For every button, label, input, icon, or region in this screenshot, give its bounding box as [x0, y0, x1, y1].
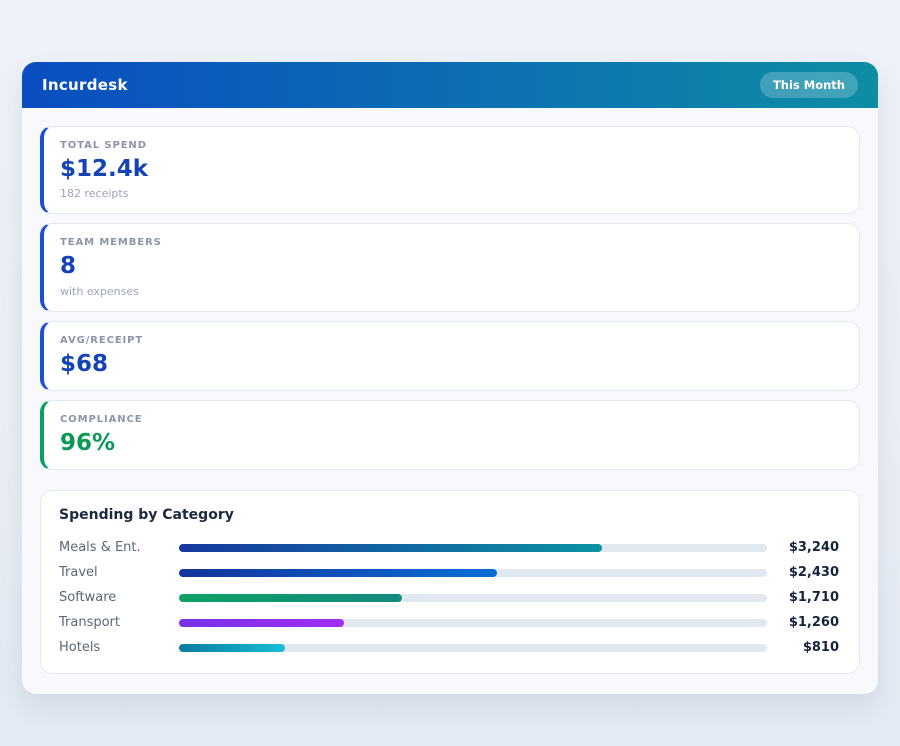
category-row: Transport $1,260 [59, 610, 839, 635]
stat-sub: 182 receipts [60, 187, 843, 200]
category-label: Transport [59, 615, 179, 630]
stat-card: COMPLIANCE 96% [40, 400, 860, 470]
stat-value: $68 [60, 352, 843, 377]
period-badge[interactable]: This Month [760, 72, 858, 98]
app-header: Incurdesk This Month [22, 62, 878, 108]
category-value: $1,710 [767, 590, 839, 605]
category-bar-track [179, 569, 767, 577]
category-row: Meals & Ent. $3,240 [59, 535, 839, 560]
stat-label: TOTAL SPEND [60, 140, 843, 151]
app-title: Incurdesk [42, 76, 128, 94]
category-bar-fill [179, 594, 402, 602]
category-label: Meals & Ent. [59, 540, 179, 555]
section-title: Spending by Category [59, 507, 839, 523]
category-row: Hotels $810 [59, 635, 839, 660]
category-bar-fill [179, 569, 497, 577]
category-label: Software [59, 590, 179, 605]
category-rows: Meals & Ent. $3,240 Travel $2,430 Software $1… [59, 535, 839, 660]
stat-value: 8 [60, 254, 843, 279]
category-bar-fill [179, 644, 285, 652]
stat-card: TOTAL SPEND $12.4k 182 receipts [40, 126, 860, 214]
category-label: Hotels [59, 640, 179, 655]
category-bar-track [179, 644, 767, 652]
stat-sub: with expenses [60, 285, 843, 298]
category-row: Travel $2,430 [59, 560, 839, 585]
category-value: $2,430 [767, 565, 839, 580]
dashboard-card: Incurdesk This Month TOTAL SPEND $12.4k … [22, 62, 878, 694]
category-bar-track [179, 594, 767, 602]
category-row: Software $1,710 [59, 585, 839, 610]
category-value: $3,240 [767, 540, 839, 555]
stat-card: AVG/RECEIPT $68 [40, 321, 860, 391]
stat-value: $12.4k [60, 157, 843, 182]
card-body: TOTAL SPEND $12.4k 182 receipts TEAM MEM… [22, 108, 878, 694]
category-label: Travel [59, 565, 179, 580]
category-bar-track [179, 544, 767, 552]
category-bar-fill [179, 544, 602, 552]
category-value: $1,260 [767, 615, 839, 630]
stat-label: TEAM MEMBERS [60, 237, 843, 248]
category-value: $810 [767, 640, 839, 655]
category-bar-fill [179, 619, 344, 627]
stat-label: AVG/RECEIPT [60, 335, 843, 346]
spending-by-category-card: Spending by Category Meals & Ent. $3,240 T… [40, 490, 860, 674]
category-bar-track [179, 619, 767, 627]
stat-label: COMPLIANCE [60, 414, 843, 425]
stat-value: 96% [60, 431, 843, 456]
stat-card: TEAM MEMBERS 8 with expenses [40, 223, 860, 311]
